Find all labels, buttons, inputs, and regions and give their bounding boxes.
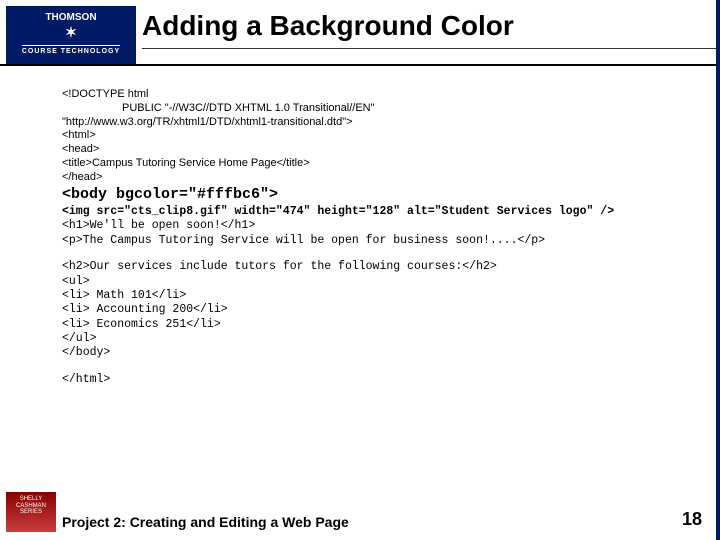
code-line: <head> [62, 143, 667, 157]
page-number: 18 [682, 509, 702, 530]
code-line: <!DOCTYPE html [62, 88, 667, 102]
code-line: <li> Accounting 200</li> [62, 303, 667, 317]
code-line: <h2>Our services include tutors for the … [62, 260, 667, 274]
right-border [716, 0, 720, 540]
code-line: PUBLIC "-//W3C//DTD XHTML 1.0 Transition… [62, 102, 667, 116]
title-rule [0, 64, 720, 66]
code-line: <html> [62, 129, 667, 143]
code-body-tag: <body bgcolor="#fffbc6"> [62, 186, 667, 205]
code-line: </ul> [62, 332, 667, 346]
code-line: <li> Economics 251</li> [62, 318, 667, 332]
code-line: <p>The Campus Tutoring Service will be o… [62, 234, 667, 248]
code-line: </html> [62, 373, 667, 387]
code-line: <h1>We'll be open soon!</h1> [62, 219, 667, 233]
footer: Project 2: Creating and Editing a Web Pa… [62, 509, 702, 530]
thomson-logo: THOMSON ✶ COURSE TECHNOLOGY [6, 6, 136, 64]
project-label: Project 2: Creating and Editing a Web Pa… [62, 514, 349, 530]
code-line: <li> Math 101</li> [62, 289, 667, 303]
series-logo: SHELLY CASHMAN SERIES [6, 492, 56, 532]
logo-sub: COURSE TECHNOLOGY [22, 45, 120, 56]
code-line: <ul> [62, 275, 667, 289]
code-line: <title>Campus Tutoring Service Home Page… [62, 157, 667, 171]
logo-star-icon: ✶ [6, 24, 136, 41]
code-line: </head> [62, 171, 667, 185]
code-line: <img src="cts_clip8.gif" width="474" hei… [62, 205, 667, 219]
slide-title: Adding a Background Color [142, 10, 514, 42]
code-line: </body> [62, 346, 667, 360]
code-listing: <!DOCTYPE html PUBLIC "-//W3C//DTD XHTML… [62, 88, 667, 387]
title-rule-thin [142, 48, 720, 49]
series-text: SHELLY CASHMAN SERIES [6, 496, 56, 516]
logo-brand: THOMSON [6, 12, 136, 24]
code-line: "http://www.w3.org/TR/xhtml1/DTD/xhtml1-… [62, 116, 667, 130]
